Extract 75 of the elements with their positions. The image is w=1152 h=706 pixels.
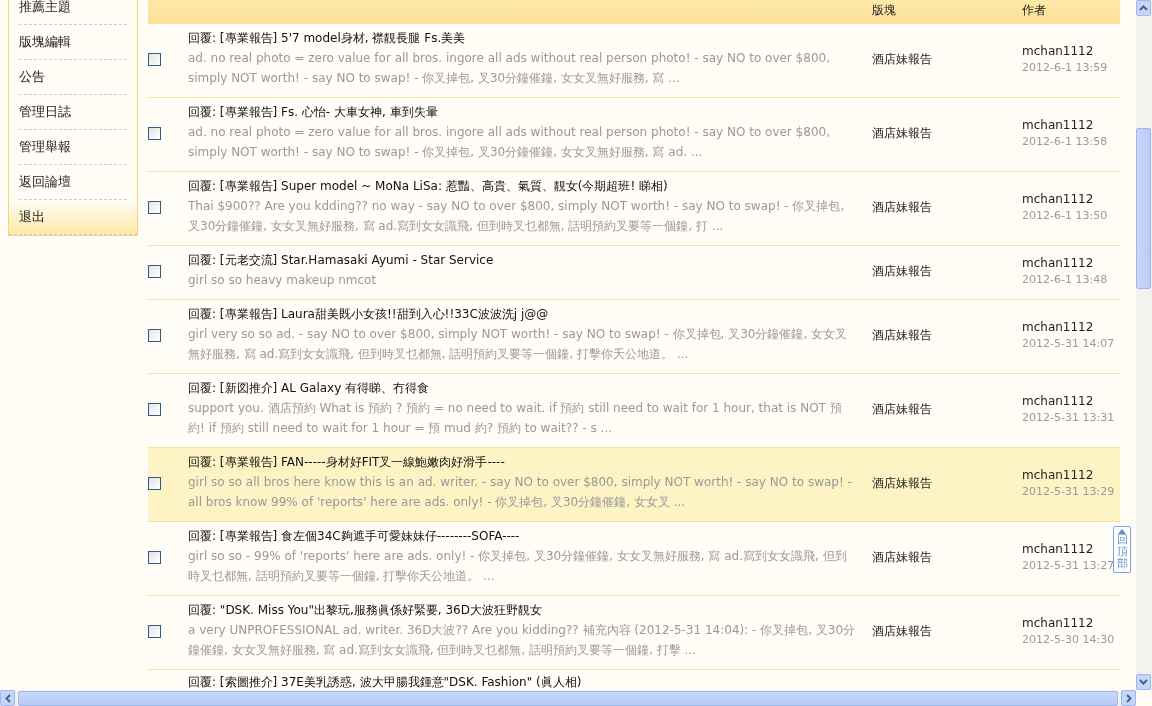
chevron-down-icon [1139,679,1148,685]
author-name[interactable]: mchan1112 [1022,320,1094,334]
board-name[interactable]: 酒店妹報告 [872,50,1022,68]
topic-excerpt: girl so so heavy makeup nmcot [188,272,378,289]
author-name[interactable]: mchan1112 [1022,256,1094,270]
chevron-right-icon [1125,693,1132,703]
checkbox[interactable] [148,550,161,564]
topic-title[interactable]: 回覆: [專業報告] FAN-----身材好FIT叉一線鮑嫩肉好滑手---- [188,454,856,470]
scroll-down-button[interactable] [1136,674,1151,690]
board-name[interactable]: 酒店妹報告 [872,400,1022,418]
board-name[interactable]: 酒店妹報告 [872,474,1022,492]
menu-item[interactable]: 推薦主題 [19,0,127,25]
topic-excerpt: ad. no real photo = zero value for all bros. ingore all ads without real person photo! - say NO to over $800, simply NOT worth! - say NO to swap! - 你叉掉包, 叉30分鐘催鐘, 女女叉無好服務, 寫 ad. ... [188,124,831,161]
board-name[interactable]: 酒店妹報告 [872,124,1022,142]
topic-excerpt: girl so so - 99% of 'reports' here are ads. only! - 你叉掉包, 叉30分鐘催鐘, 女女叉無好服務, 寫 ad.寫到女女識飛, 但到時叉乜都無, 話明預約叉要等一個鐘, 打擊你夭公地道。 ... [188,548,848,585]
menu-item[interactable]: 管理日誌 [19,95,127,130]
post-time: 2012-5-31 13:31 [1022,411,1115,424]
menu-item[interactable]: 管理舉報 [19,130,127,165]
post-time: 2012-6-1 13:50 [1022,209,1108,222]
topic-title[interactable]: 回覆: [專業報告] 5'7 model身材, 襟靚長腿 Fs.美美 [188,30,856,46]
author-name[interactable]: mchan1112 [1022,542,1094,556]
topic-title[interactable]: 回覆: [專業報告] Super model ~ MoNa LiSa: 惹豔、高貴、氣質、靚女(今期超班! 睇相) [188,178,856,194]
checkbox[interactable] [148,52,161,66]
post-time: 2012-5-30 14:30 [1022,633,1115,646]
checkbox[interactable] [148,200,161,214]
post-time: 2012-5-31 13:29 [1022,485,1115,498]
board-name[interactable]: 酒店妹報告 [872,198,1022,216]
menu-item[interactable]: 版塊編輯 [19,25,127,60]
post-time: 2012-6-1 13:59 [1022,61,1108,74]
topic-excerpt: ad. no real photo = zero value for all bros. ingore all ads without real person photo! - say NO to over $800, simply NOT worth! - say NO to swap! - 你叉掉包, 叉30分鐘催鐘, 女女叉無好服務, 寫 ... [188,50,831,87]
topic-excerpt: girl so so all bros here know this is an ad. writer. - say NO to over $800, simply NOT worth! - say NO to swap! - all bros know 99% of 'reports' here are ads. only! - 你叉掉包, 叉30分鐘催鐘, 女女叉 ... [188,474,853,511]
board-name[interactable]: 酒店妹報告 [872,262,1022,280]
post-time: 2012-5-31 14:07 [1022,337,1115,350]
scrollbar-thumb[interactable] [1136,128,1151,289]
checkbox[interactable] [148,126,161,140]
topic-title[interactable]: 回覆: [專業報告] Fs. 心怡- 大車女神, 車到失暈 [188,104,856,120]
author-name[interactable]: mchan1112 [1022,44,1094,58]
chevron-left-icon [4,693,11,703]
menu-item[interactable]: 公告 [19,60,127,95]
scroll-up-button[interactable] [1136,0,1151,16]
topic-title[interactable]: 回覆: [索圖推介] 37E美乳誘惑, 波大甲腸我鍾意"DSK. Fashion" (眞人相) [188,674,856,690]
topic-excerpt: Thai $900?? Are you kdding?? no way - say NO to over $800, simply NOT worth! - say NO to swap! - 你叉掉包, 叉30分鐘催鐘, 女女叉無好服務, 寫 ad.寫到女女識飛, 但到時叉乜都無, 話明預約叉要等一個鐘, 打 ... [188,198,846,235]
checkbox[interactable] [148,402,161,416]
board-name[interactable]: 酒店妹報告 [872,548,1022,566]
topic-excerpt: girl very so so ad. - say NO to over $800, simply NOT worth! - say NO to swap! - 你叉掉包, 叉30分鐘催鐘, 女女叉無好服務, 寫 ad.寫到女女識飛, 但到時叉乜都無, 話明預約叉要等一個鐘, 打擊你夭公地道。 ... [188,326,849,363]
topic-excerpt: support you. 酒店預約 What is 預約 ? 預約 = no need to wait. if 預約 still need to wait for 1 hour, that is NOT 預約! if 預約 still need to wait for 1 hour = 預 mud 約? 預約 to wait?? - s ... [188,400,843,437]
scroll-right-button[interactable] [1121,690,1136,706]
topic-title[interactable]: 回覆: [新図推介] AL Galaxy 有得睇、冇得食 [188,380,856,396]
column-header: 作者 [1022,2,1047,19]
topic-title[interactable]: 回覆: [元老交流] Star.Hamasaki Ayumi - Star Service [188,252,856,268]
scroll-left-button[interactable] [0,690,15,706]
checkbox[interactable] [148,328,161,342]
checkbox[interactable] [148,264,161,278]
author-name[interactable]: mchan1112 [1022,468,1094,482]
post-time: 2012-6-1 13:58 [1022,135,1108,148]
post-time: 2012-5-31 13:27 [1022,559,1115,572]
post-time: 2012-6-1 13:48 [1022,273,1108,286]
author-name[interactable]: mchan1112 [1022,616,1094,630]
chevron-up-icon [1139,5,1148,11]
back-to-top-button[interactable]: 回頂部 [1113,526,1131,574]
topic-title[interactable]: 回覆: "DSK. Miss You"出黎玩,服務眞係好緊要, 36D大波狂野靚女 [188,602,856,618]
author-name[interactable]: mchan1112 [1022,192,1094,206]
column-header: 版塊 [872,2,897,19]
menu-item[interactable]: 退出 [9,200,137,235]
topic-title[interactable]: 回覆: [專業報告] 食左個34C夠遮手可愛妹妹仔--------SOFA---- [188,528,856,544]
topic-excerpt: a very UNPROFESSIONAL ad. writer. 36D大波?? Are you kidding?? 補充內容 (2012-5-31 14:04): - 你叉掉包, 叉30分鐘催鐘, 女女叉無好服務, 寫 ad.寫到女女識飛, 但到時叉乜都無, 話明預約叉要等一個鐘, 打擊 ... [188,622,856,659]
triangle-up-icon [1118,529,1126,534]
author-name[interactable]: mchan1112 [1022,394,1094,408]
board-name[interactable]: 酒店妹報告 [872,326,1022,344]
checkbox[interactable] [148,476,161,490]
author-name[interactable]: mchan1112 [1022,118,1094,132]
board-name[interactable]: 酒店妹報告 [872,622,1022,640]
checkbox[interactable] [148,624,161,638]
topic-title[interactable]: 回覆: [專業報告] Laura甜美既小女孩!!甜到入心!!33C波波洗j j@@ [188,306,856,322]
scrollbar-thumb[interactable] [18,690,1118,706]
